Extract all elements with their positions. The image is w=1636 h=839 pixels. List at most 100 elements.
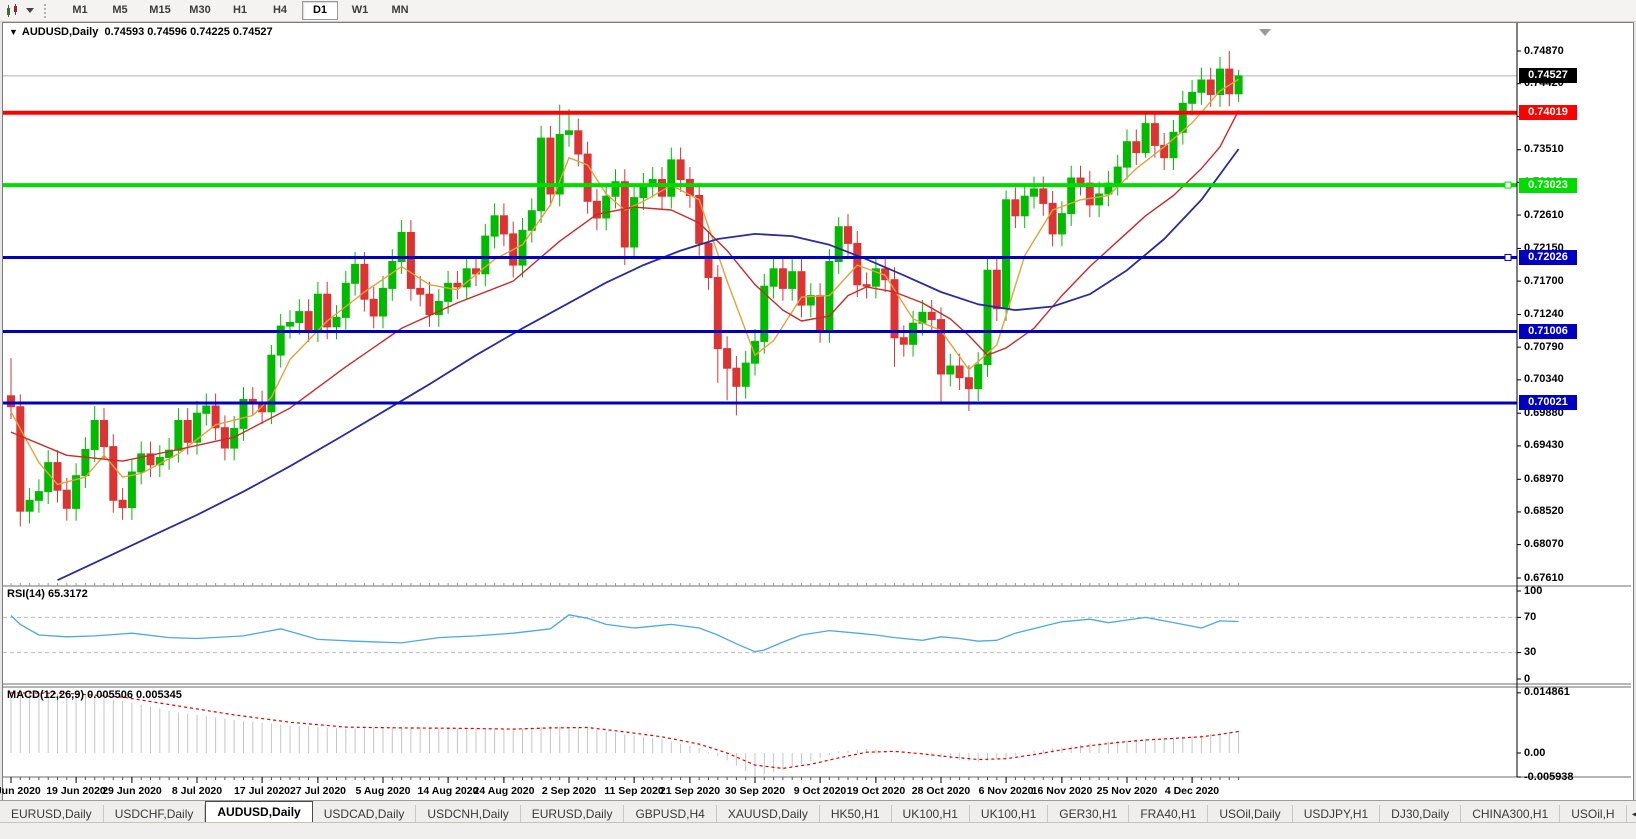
chart-tab-eurusd-daily[interactable]: EURUSD,Daily <box>0 805 104 823</box>
chart-tab-usoil-h[interactable]: USOil,H <box>1560 805 1626 823</box>
candlestick <box>426 294 433 314</box>
chart-title: ▼ AUDUSD,Daily 0.74593 0.74596 0.74225 0.… <box>9 26 273 38</box>
price-tick-label: 0.72610 <box>1524 209 1624 222</box>
candlestick <box>26 500 33 511</box>
rsi-tick-label: 30 <box>1524 646 1624 659</box>
candlestick <box>1133 142 1140 153</box>
chart-tab-xauusd-daily[interactable]: XAUUSD,Daily <box>717 805 820 823</box>
chart-tab-gbpusd-h4[interactable]: GBPUSD,H4 <box>624 805 716 823</box>
timeframe-button-m1[interactable]: M1 <box>62 1 98 20</box>
chart-title-ohlc: 0.74593 0.74596 0.74225 0.74527 <box>104 26 272 38</box>
tab-scroll-left-icon[interactable]: ◄ <box>1627 805 1636 823</box>
chart-tab-usdcnh-daily[interactable]: USDCNH,Daily <box>416 805 520 823</box>
chart-tabs-bar: EURUSD,DailyUSDCHF,DailyAUDUSD,DailyUSDC… <box>0 800 1636 823</box>
candlestick <box>993 270 1000 309</box>
chart-tab-uk100-h1[interactable]: UK100,H1 <box>892 805 970 823</box>
chart-canvas[interactable] <box>3 23 1631 799</box>
candlestick <box>779 269 786 289</box>
candlestick <box>82 450 89 476</box>
chart-tab-china300-h1[interactable]: CHINA300,H1 <box>1461 805 1560 823</box>
candlestick <box>659 180 666 197</box>
candlestick <box>1114 167 1121 183</box>
candlestick <box>1142 124 1149 153</box>
candlestick <box>500 216 507 234</box>
chart-title-symbol: AUDUSD,Daily <box>22 26 98 38</box>
candlestick <box>370 299 377 316</box>
candlestick <box>705 243 712 277</box>
candlestick <box>333 317 340 326</box>
timeframe-button-w1[interactable]: W1 <box>342 1 378 20</box>
candlestick <box>296 312 303 323</box>
candlestick <box>975 365 982 389</box>
chart-tab-audusd-daily[interactable]: AUDUSD,Daily <box>205 801 312 823</box>
collapse-arrow-icon[interactable]: ▼ <box>9 27 18 37</box>
candlestick <box>854 243 861 284</box>
chart-tab-dj30-daily[interactable]: DJ30,Daily <box>1380 805 1461 823</box>
candlestick <box>938 320 945 374</box>
candlestick <box>538 138 545 211</box>
candlestick <box>519 230 526 265</box>
candlestick <box>221 428 228 448</box>
chart-tab-ger30-h1[interactable]: GER30,H1 <box>1048 805 1129 823</box>
candlestick <box>17 407 24 512</box>
top-toolbar: M1M5M15M30H1H4D1W1MN <box>0 0 1636 22</box>
macd-tick-label: 0.00 <box>1524 747 1624 760</box>
rsi-tick-label: 100 <box>1524 585 1624 598</box>
level-price-badge: 0.72026 <box>1519 250 1577 265</box>
timeframe-button-d1[interactable]: D1 <box>302 1 338 20</box>
timeframe-button-h4[interactable]: H4 <box>262 1 298 20</box>
chart-tab-usdcad-daily[interactable]: USDCAD,Daily <box>313 805 417 823</box>
candlestick <box>1151 124 1158 146</box>
level-price-badge: 0.70021 <box>1519 395 1577 410</box>
chart-tab-hk50-h1[interactable]: HK50,H1 <box>820 805 892 823</box>
candlestick <box>128 472 135 508</box>
chart-type-icon[interactable] <box>4 3 22 19</box>
chart-type-icon-glyph <box>5 4 21 18</box>
candlestick <box>1235 76 1242 94</box>
candlestick <box>91 421 98 450</box>
candlestick <box>63 490 70 508</box>
chart-type-dropdown-caret-icon[interactable] <box>26 8 34 13</box>
candlestick <box>1198 80 1205 92</box>
candlestick <box>119 500 126 507</box>
price-tick-label: 0.67610 <box>1524 572 1624 585</box>
chart-tab-uk100-h1[interactable]: UK100,H1 <box>970 805 1048 823</box>
candlestick <box>770 269 777 286</box>
candlestick <box>417 288 424 294</box>
timeframe-button-m30[interactable]: M30 <box>182 1 218 20</box>
candlestick <box>928 312 935 319</box>
candlestick <box>1124 142 1131 167</box>
chart-tab-fra40-h1[interactable]: FRA40,H1 <box>1129 805 1208 823</box>
chart-tab-usdchf-daily[interactable]: USDCHF,Daily <box>104 805 206 823</box>
timeframe-button-m5[interactable]: M5 <box>102 1 138 20</box>
price-tick-label: 0.68070 <box>1524 538 1624 551</box>
timeframe-button-h1[interactable]: H1 <box>222 1 258 20</box>
candlestick <box>110 447 117 501</box>
candlestick <box>621 182 628 247</box>
current-price-badge: 0.74527 <box>1519 68 1577 83</box>
candlestick <box>1207 80 1214 95</box>
price-tick-label: 0.70340 <box>1524 373 1624 386</box>
candlestick <box>724 349 731 369</box>
candlestick <box>175 421 182 451</box>
candlestick <box>965 378 972 389</box>
price-tick-label: 0.70790 <box>1524 341 1624 354</box>
candlestick <box>1049 203 1056 234</box>
chart-tab-usdjpy-h1[interactable]: USDJPY,H1 <box>1293 805 1380 823</box>
timeframe-button-mn[interactable]: MN <box>382 1 418 20</box>
candlestick <box>305 312 312 330</box>
candlestick <box>445 283 452 301</box>
candlestick <box>956 366 963 378</box>
candlestick <box>1003 200 1010 309</box>
candlestick <box>900 338 907 345</box>
candlestick <box>342 283 349 317</box>
chart-tabs: EURUSD,DailyUSDCHF,DailyAUDUSD,DailyUSDC… <box>0 801 1627 823</box>
chart-window[interactable]: 0.748700.744200.739700.735100.730600.726… <box>2 22 1634 802</box>
level-anchor-handle <box>1505 182 1511 188</box>
chart-tab-usoil-daily[interactable]: USOil,Daily <box>1208 805 1292 823</box>
chart-tab-eurusd-daily[interactable]: EURUSD,Daily <box>521 805 625 823</box>
timeframe-button-m15[interactable]: M15 <box>142 1 178 20</box>
candlestick <box>54 463 61 491</box>
candlestick <box>863 285 870 287</box>
candlestick <box>35 492 42 501</box>
